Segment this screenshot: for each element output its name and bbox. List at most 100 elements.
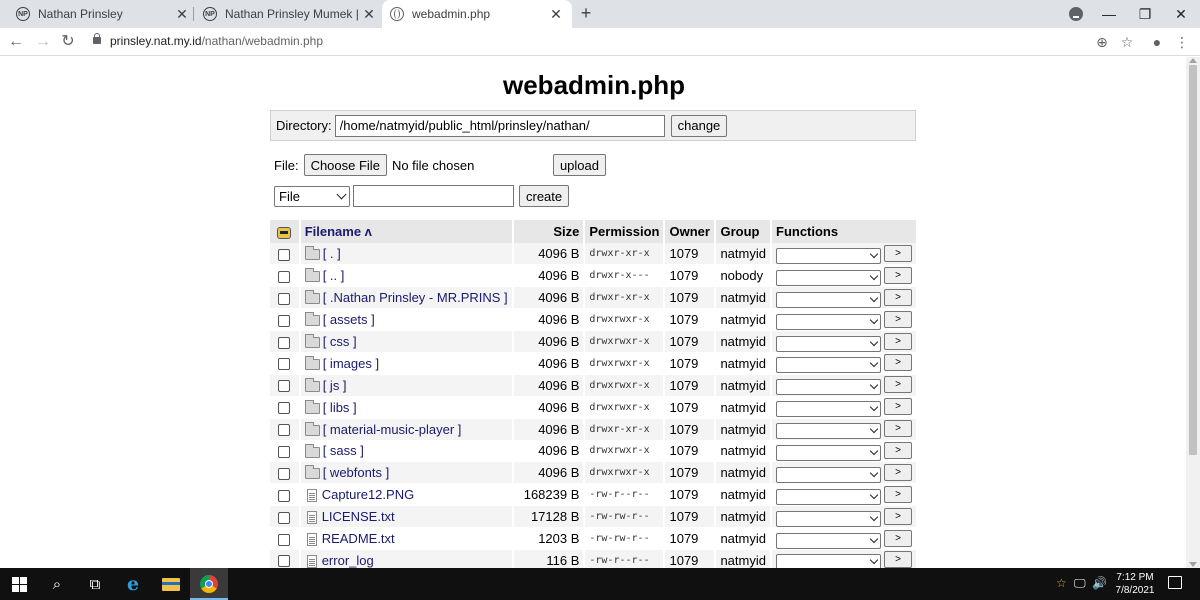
task-view-icon[interactable]: ⧉: [76, 568, 114, 600]
function-select[interactable]: [776, 379, 881, 396]
create-name-input[interactable]: [353, 185, 514, 207]
internet-explorer-icon[interactable]: e: [114, 568, 152, 600]
profile-avatar-icon[interactable]: ●: [1147, 32, 1167, 52]
tray-star-icon[interactable]: ☆: [1056, 576, 1067, 590]
function-go-button[interactable]: >: [884, 507, 912, 525]
minimize-button[interactable]: —: [1092, 0, 1126, 28]
row-checkbox[interactable]: [278, 467, 291, 480]
scroll-down-icon[interactable]: [1189, 562, 1197, 567]
filename-header[interactable]: Filename ʌ: [299, 220, 514, 243]
filename-link[interactable]: [ libs ]: [323, 400, 357, 415]
function-select[interactable]: [776, 401, 881, 418]
network-icon[interactable]: 🖵: [1074, 576, 1086, 591]
row-checkbox[interactable]: [278, 270, 291, 283]
select-toggle-icon[interactable]: [277, 226, 292, 239]
function-select[interactable]: [776, 423, 881, 440]
row-checkbox[interactable]: [278, 292, 291, 305]
function-select[interactable]: [776, 532, 881, 549]
row-checkbox[interactable]: [278, 446, 291, 459]
row-checkbox[interactable]: [278, 248, 291, 261]
tab-nathan-prinsley-mumek[interactable]: NP Nathan Prinsley Mumek | Websit ✕: [195, 0, 385, 28]
forward-arrow-icon[interactable]: →: [33, 32, 53, 52]
function-select[interactable]: [776, 269, 881, 286]
filename-link[interactable]: [ . ]: [323, 246, 341, 261]
scroll-up-icon[interactable]: [1189, 58, 1197, 63]
filename-link[interactable]: [ assets ]: [323, 312, 375, 327]
row-checkbox[interactable]: [278, 314, 291, 327]
notification-icon[interactable]: [1168, 576, 1182, 589]
start-button[interactable]: [0, 568, 38, 600]
filename-link[interactable]: [ js ]: [323, 378, 347, 393]
tab-nathan-prinsley[interactable]: NP Nathan Prinsley ✕: [8, 0, 198, 28]
function-select[interactable]: [776, 554, 881, 568]
create-type-select[interactable]: File: [274, 185, 350, 207]
tab-close-icon[interactable]: ✕: [548, 6, 564, 23]
row-checkbox[interactable]: [278, 489, 291, 502]
row-checkbox[interactable]: [278, 424, 291, 437]
address-bar[interactable]: prinsley.nat.my.id/nathan/webadmin.php: [110, 34, 323, 48]
function-go-button[interactable]: >: [884, 266, 912, 284]
filename-link[interactable]: [ sass ]: [323, 443, 364, 458]
file-explorer-icon[interactable]: [152, 568, 190, 600]
back-arrow-icon[interactable]: ←: [6, 32, 26, 52]
function-select[interactable]: [776, 444, 881, 461]
function-go-button[interactable]: >: [884, 244, 912, 262]
tab-webadmin[interactable]: webadmin.php ✕: [382, 0, 572, 28]
filename-link[interactable]: [ .. ]: [323, 268, 345, 283]
choose-file-button[interactable]: Choose File: [303, 154, 387, 176]
filename-link[interactable]: [ webfonts ]: [323, 465, 389, 480]
bookmark-star-icon[interactable]: ☆: [1117, 32, 1137, 52]
reload-icon[interactable]: ↻: [58, 32, 78, 52]
zoom-icon[interactable]: ⊕: [1092, 32, 1112, 52]
restore-button[interactable]: ❐: [1128, 0, 1162, 28]
volume-icon[interactable]: 🔊: [1092, 576, 1107, 590]
function-go-button[interactable]: >: [884, 485, 912, 503]
row-checkbox[interactable]: [278, 402, 291, 415]
function-select[interactable]: [776, 335, 881, 352]
function-go-button[interactable]: >: [884, 463, 912, 481]
row-checkbox[interactable]: [278, 358, 291, 371]
function-select[interactable]: [776, 510, 881, 527]
scrollbar-thumb[interactable]: [1189, 65, 1197, 455]
function-go-button[interactable]: >: [884, 420, 912, 438]
tab-close-icon[interactable]: ✕: [361, 6, 377, 23]
close-window-button[interactable]: ✕: [1164, 0, 1198, 28]
lock-icon[interactable]: [93, 33, 101, 44]
tab-search-icon[interactable]: [1069, 7, 1083, 21]
function-go-button[interactable]: >: [884, 441, 912, 459]
upload-button[interactable]: upload: [552, 154, 606, 176]
row-checkbox[interactable]: [278, 336, 291, 349]
new-tab-button[interactable]: +: [576, 3, 596, 23]
search-icon[interactable]: ⌕: [38, 568, 76, 600]
filename-link[interactable]: [ material-music-player ]: [323, 422, 462, 437]
tab-close-icon[interactable]: ✕: [174, 6, 190, 23]
filename-link[interactable]: [ images ]: [323, 356, 379, 371]
function-select[interactable]: [776, 247, 881, 264]
function-go-button[interactable]: >: [884, 376, 912, 394]
filename-link[interactable]: README.txt: [322, 531, 395, 546]
menu-dots-icon[interactable]: ⋮: [1172, 32, 1192, 52]
filename-link[interactable]: Capture12.PNG: [322, 487, 415, 502]
row-checkbox[interactable]: [278, 511, 291, 524]
function-select[interactable]: [776, 313, 881, 330]
row-checkbox[interactable]: [278, 380, 291, 393]
filename-link[interactable]: error_log: [322, 553, 374, 568]
function-go-button[interactable]: >: [884, 551, 912, 568]
function-select[interactable]: [776, 488, 881, 505]
filename-link[interactable]: [ .Nathan Prinsley - MR.PRINS ]: [323, 290, 508, 305]
function-go-button[interactable]: >: [884, 529, 912, 547]
taskbar-clock[interactable]: 7:12 PM 7/8/2021: [1110, 571, 1160, 597]
function-go-button[interactable]: >: [884, 354, 912, 372]
function-select[interactable]: [776, 466, 881, 483]
filename-link[interactable]: LICENSE.txt: [322, 509, 395, 524]
function-select[interactable]: [776, 357, 881, 374]
function-go-button[interactable]: >: [884, 398, 912, 416]
function-go-button[interactable]: >: [884, 288, 912, 306]
page-scrollbar[interactable]: [1186, 57, 1200, 568]
chrome-taskbar-icon[interactable]: [190, 568, 228, 600]
select-all-header[interactable]: [270, 220, 301, 243]
filename-sort-link[interactable]: Filename ʌ: [305, 224, 372, 239]
filename-link[interactable]: [ css ]: [323, 334, 357, 349]
directory-input[interactable]: [334, 114, 665, 137]
create-button[interactable]: create: [519, 185, 570, 207]
